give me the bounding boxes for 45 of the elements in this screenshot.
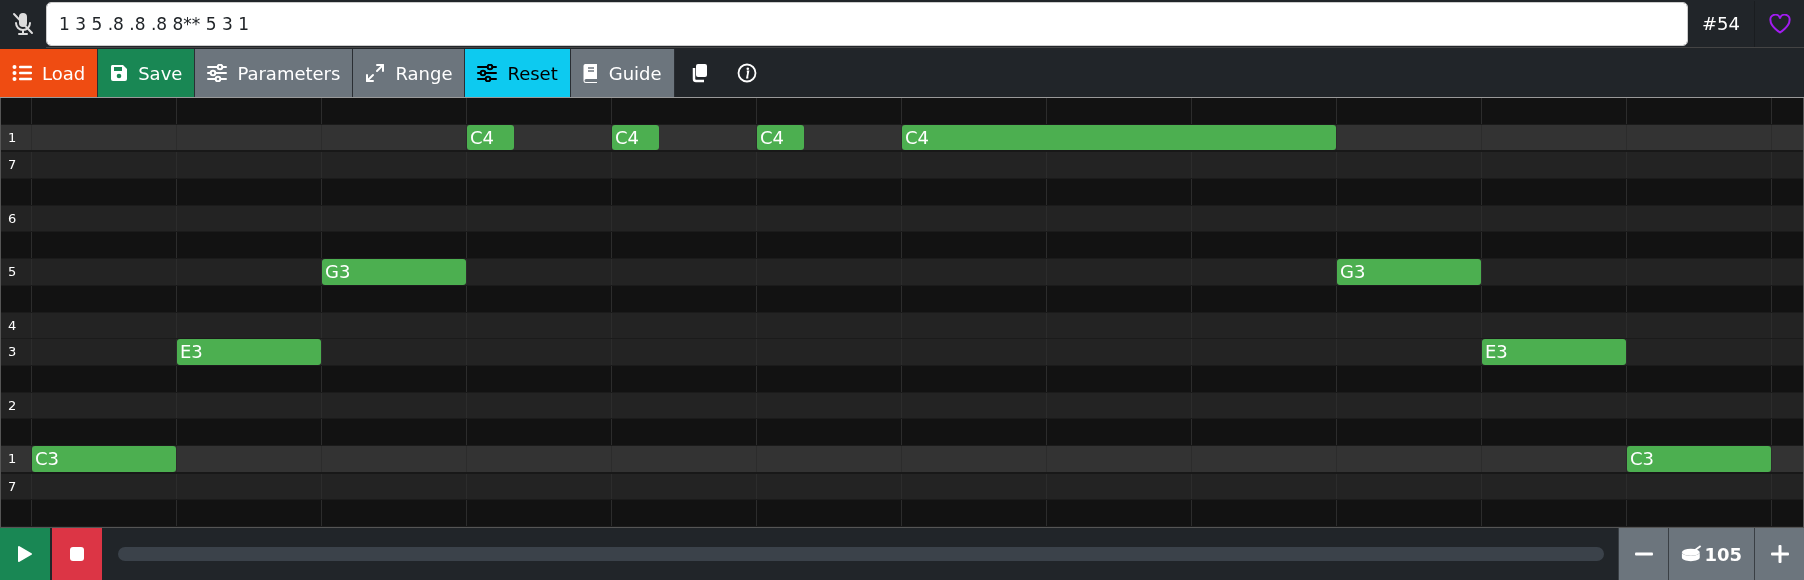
song-number: #54	[1701, 12, 1741, 36]
note-block[interactable]: E3	[177, 339, 321, 365]
info-icon	[736, 63, 757, 83]
note-block[interactable]: C4	[757, 124, 805, 151]
note-block[interactable]: G3	[1337, 259, 1481, 285]
tempo-button[interactable]: 105	[1668, 528, 1754, 580]
sliders-icon	[477, 64, 498, 82]
note-block[interactable]: C3	[32, 445, 176, 472]
stop-icon	[69, 546, 85, 562]
tempo-up-button[interactable]	[1754, 528, 1804, 580]
toolbar-button[interactable]: Range	[353, 49, 466, 97]
scale-degree-label: 4	[8, 316, 17, 335]
scale-degree-label: 5	[8, 263, 17, 282]
scale-degree-label: 1	[8, 450, 17, 469]
play-icon	[17, 545, 33, 563]
heart-icon	[1768, 13, 1791, 34]
scale-degree-label: 2	[8, 396, 17, 415]
note-block[interactable]: G3	[322, 259, 466, 285]
play-button[interactable]	[0, 528, 50, 580]
note-block[interactable]: C4	[467, 124, 515, 151]
toolbar-button[interactable]: Load	[0, 49, 99, 97]
minus-icon	[1634, 552, 1653, 556]
tempo-down-button[interactable]	[1618, 528, 1668, 580]
muted-microphone-icon	[12, 11, 34, 36]
scale-degree-label: 7	[8, 156, 17, 175]
toolbar-button[interactable]: Parameters	[195, 49, 354, 97]
note-block[interactable]: C4	[612, 124, 660, 151]
scale-degree-label: 3	[8, 343, 17, 362]
diagonal-arrows-icon	[365, 63, 386, 83]
scale-degree-label: 1	[8, 128, 17, 147]
note-block[interactable]: C4	[902, 124, 1336, 151]
toolbar-button[interactable]: Guide	[570, 49, 675, 97]
scale-degree-label: 7	[8, 477, 17, 496]
plus-icon	[1770, 545, 1789, 563]
toolbar-button[interactable]: Reset	[465, 49, 571, 97]
drum-icon	[1681, 544, 1703, 564]
note-block[interactable]: C3	[1627, 445, 1771, 472]
list-icon	[12, 64, 32, 82]
toolbar-button[interactable]: Save	[98, 49, 196, 97]
stop-button[interactable]	[52, 528, 102, 580]
notation-input-field[interactable]: 1 3 5 .8 .8 .8 8** 5 3 1	[46, 1, 1688, 46]
book-icon	[582, 63, 599, 83]
sliders-icon	[207, 64, 228, 82]
note-block[interactable]: E3	[1482, 339, 1626, 365]
scale-degree-label: 6	[8, 209, 17, 228]
